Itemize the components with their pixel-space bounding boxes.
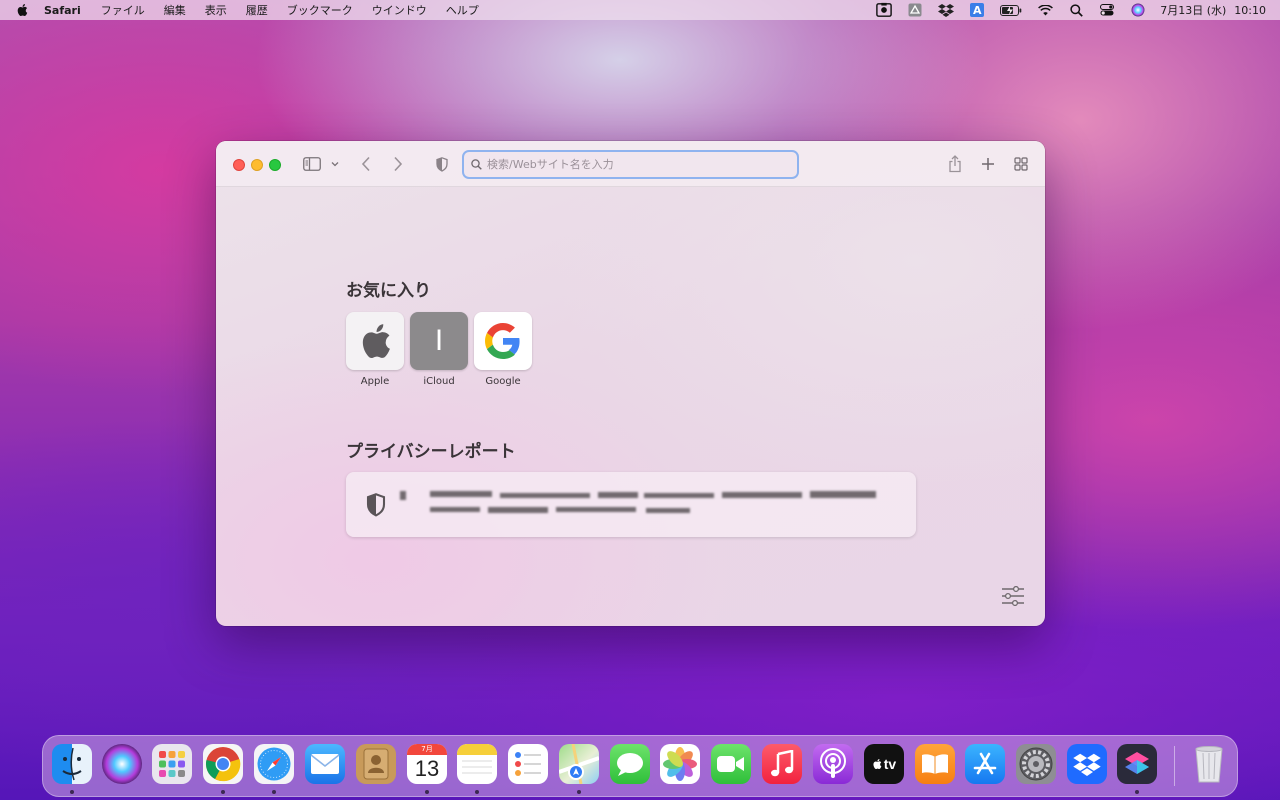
running-indicator: [475, 790, 479, 794]
safari-window: お気に入り Apple I iCloud Google プライバシーレポート: [216, 141, 1045, 626]
spotlight-icon[interactable]: [1068, 3, 1084, 17]
menu-window[interactable]: ウインドウ: [372, 2, 427, 18]
dock-reminders-icon[interactable]: [508, 744, 548, 784]
new-tab-plus-icon[interactable]: [980, 154, 996, 174]
running-indicator: [221, 790, 225, 794]
running-indicator: [1135, 790, 1139, 794]
running-indicator: [272, 790, 276, 794]
dock-notes-icon[interactable]: [457, 744, 497, 784]
running-indicator: [70, 790, 74, 794]
favorite-label: Apple: [360, 376, 390, 387]
menu-app-name[interactable]: Safari: [44, 4, 81, 17]
menu-edit[interactable]: 編集: [164, 2, 186, 18]
apple-logo-icon: [346, 312, 404, 370]
dock-facetime-icon[interactable]: [711, 744, 751, 784]
favorite-apple[interactable]: Apple: [346, 312, 404, 387]
battery-icon[interactable]: [1000, 3, 1022, 17]
privacy-report-card[interactable]: [346, 472, 916, 537]
dock-system-preferences-icon[interactable]: [1016, 744, 1056, 784]
menu-view[interactable]: 表示: [205, 2, 227, 18]
running-indicator: [577, 790, 581, 794]
dock: 7月 13 tv: [42, 735, 1238, 797]
dock-siri-icon[interactable]: [102, 744, 142, 784]
dock-calendar-icon[interactable]: 7月 13: [407, 744, 447, 784]
menu-history[interactable]: 履歴: [246, 2, 268, 18]
favorite-icloud[interactable]: I iCloud: [410, 312, 468, 387]
dock-shortcuts-icon[interactable]: [1117, 744, 1157, 784]
google-logo-icon: [474, 312, 532, 370]
calendar-month: 7月: [407, 744, 447, 755]
chevron-down-icon[interactable]: [330, 154, 340, 174]
calendar-day: 13: [414, 756, 440, 781]
address-bar[interactable]: [462, 150, 799, 179]
search-icon: [471, 155, 482, 174]
menubar-date: 7月13日 (水): [1160, 4, 1227, 17]
letter-tile-icon: I: [410, 312, 468, 370]
dock-mail-icon[interactable]: [305, 744, 345, 784]
forward-button[interactable]: [391, 154, 405, 174]
apple-menu-icon[interactable]: [16, 3, 32, 17]
dock-messages-icon[interactable]: [610, 744, 650, 784]
dock-chrome-icon[interactable]: [203, 744, 243, 784]
sidebar-toggle-icon[interactable]: [303, 154, 321, 174]
start-page-settings-icon[interactable]: [1001, 585, 1025, 610]
dock-podcasts-icon[interactable]: [813, 744, 853, 784]
dock-maps-icon[interactable]: [559, 744, 599, 784]
zoom-window-button[interactable]: [269, 159, 281, 171]
dock-books-icon[interactable]: [915, 744, 955, 784]
dock-dropbox-icon[interactable]: [1067, 744, 1107, 784]
share-icon[interactable]: [947, 154, 963, 174]
dock-app-store-icon[interactable]: [965, 744, 1005, 784]
privacy-report-blurred-text: [400, 489, 890, 525]
dock-contacts-icon[interactable]: [356, 744, 396, 784]
menubar-time: 10:10: [1234, 4, 1266, 17]
apple-tv-label: tv: [883, 756, 897, 772]
menu-bookmarks[interactable]: ブックマーク: [287, 2, 353, 18]
favorite-label: Google: [485, 376, 521, 387]
favorite-letter: I: [434, 324, 444, 357]
running-indicator: [425, 790, 429, 794]
favorites-title: お気に入り: [346, 281, 431, 301]
dock-trash-icon[interactable]: [1189, 744, 1229, 784]
favorite-google[interactable]: Google: [474, 312, 532, 387]
favorite-label: iCloud: [423, 376, 455, 387]
control-center-icon[interactable]: [1099, 3, 1115, 17]
wifi-icon[interactable]: [1037, 3, 1053, 17]
input-source-label: A: [970, 3, 985, 17]
dock-launchpad-icon[interactable]: [152, 744, 192, 784]
dock-photos-icon[interactable]: [660, 744, 700, 784]
siri-icon[interactable]: [1130, 3, 1146, 17]
menubar-clock[interactable]: 7月13日 (水) 10:10: [1160, 2, 1266, 18]
screenshot-icon[interactable]: [876, 2, 893, 17]
back-button[interactable]: [359, 154, 373, 174]
menu-file[interactable]: ファイル: [101, 2, 145, 18]
dock-music-icon[interactable]: [762, 744, 802, 784]
safari-toolbar: [216, 141, 1045, 187]
address-input[interactable]: [487, 158, 777, 171]
privacy-shield-icon: [366, 493, 386, 521]
dock-separator: [1174, 746, 1175, 786]
privacy-report-title: プライバシーレポート: [346, 442, 516, 462]
dropbox-icon[interactable]: [938, 3, 955, 17]
dock-safari-icon[interactable]: [254, 744, 294, 784]
minimize-window-button[interactable]: [251, 159, 263, 171]
drive-icon[interactable]: [907, 3, 923, 17]
privacy-shield-icon[interactable]: [435, 154, 449, 174]
input-source-icon[interactable]: A: [969, 3, 985, 17]
close-window-button[interactable]: [233, 159, 245, 171]
tab-overview-icon[interactable]: [1013, 154, 1029, 174]
menu-help[interactable]: ヘルプ: [446, 2, 479, 18]
menu-bar: Safari ファイル 編集 表示 履歴 ブックマーク ウインドウ ヘルプ A: [0, 0, 1280, 20]
dock-finder-icon[interactable]: [52, 744, 92, 784]
dock-apple-tv-icon[interactable]: tv: [864, 744, 904, 784]
